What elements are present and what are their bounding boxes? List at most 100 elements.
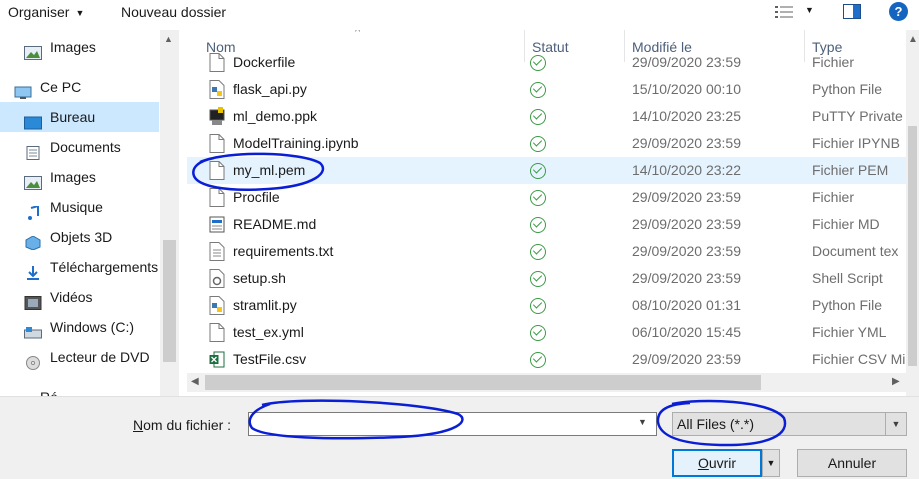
file-modified-date: 29/09/2020 23:59 [632,243,741,259]
file-row[interactable]: stramlit.py 08/10/2020 01:31 Python File [187,292,907,319]
filename-input[interactable] [248,412,657,436]
nav-item[interactable]: Objets 3D [0,222,159,252]
dvd-icon [24,350,42,370]
file-type: Fichier IPYNB [812,135,900,151]
nav-item[interactable]: Windows (C:) [0,312,159,342]
images-icon [24,170,42,190]
nav-item[interactable]: Ré [0,382,159,396]
cancel-button[interactable]: Annuler [797,449,907,477]
organiser-label: Organiser [8,4,70,20]
open-button[interactable]: Ouvrir [672,449,762,477]
file-modified-date: 29/09/2020 23:59 [632,135,741,151]
nav-item[interactable]: Musique [0,192,159,222]
file-type: Document tex [812,243,899,259]
file-type: Fichier [812,189,855,205]
file-row[interactable]: flask_api.py 15/10/2020 00:10 Python File [187,76,907,103]
file-icon [209,323,225,342]
file-row[interactable]: my_ml.pem 14/10/2020 23:22 Fichier PEM [187,157,907,184]
file-row[interactable]: setup.sh 29/09/2020 23:59 Shell Script [187,265,907,292]
file-modified-date: 29/09/2020 23:59 [632,189,741,205]
nav-item[interactable]: Ce PC [0,72,159,102]
sort-ascending-icon: ^ [355,30,361,38]
nav-item-label: Ré [40,382,58,396]
preview-pane-icon[interactable] [843,4,861,19]
view-options-icon[interactable] [775,5,793,19]
chevron-down-icon[interactable]: ▼ [885,413,906,435]
file-modified-date: 29/09/2020 23:59 [632,270,741,286]
file-type-filter-select[interactable]: All Files (*.*) [672,412,907,436]
file-name: setup.sh [233,270,286,286]
file-name: requirements.txt [233,243,334,259]
horizontal-scrollbar-thumb[interactable] [205,375,761,390]
python-icon [209,80,225,99]
file-icon [209,161,225,180]
nav-item[interactable]: Téléchargements [0,252,159,282]
file-name: test_ex.yml [233,324,304,340]
file-icon [209,188,225,207]
nav-item[interactable]: Lecteur de DVD [0,342,159,372]
nav-item[interactable]: Bureau [0,102,159,132]
file-icon [209,134,225,153]
file-modified-date: 29/09/2020 23:59 [632,216,741,232]
file-type-filter-value: All Files (*.*) [677,416,755,432]
nav-item-label: Windows (C:) [50,319,135,335]
nav-item[interactable]: Vidéos [0,282,159,312]
file-type: Fichier PEM [812,162,889,178]
putty-icon [209,107,225,126]
file-row[interactable]: ml_demo.ppk 14/10/2020 23:25 PuTTY Private [187,103,907,130]
file-name: README.md [233,216,317,232]
file-row[interactable]: TestFile.csv 29/09/2020 23:59 Fichier CSV … [187,346,907,373]
file-type: Fichier YML [812,324,887,340]
navigation-pane: Images Ce PC Bureau Documents Images Musique O… [0,30,180,396]
sync-status-icon [530,244,546,260]
scroll-up-icon[interactable]: ▲ [908,34,918,45]
new-folder-button[interactable]: Nouveau dossier [121,3,226,21]
file-row[interactable]: requirements.txt 29/09/2020 23:59 Document… [187,238,907,265]
view-dropdown-icon[interactable]: ▼ [805,5,814,15]
nav-item-label: Ce PC [40,79,82,95]
file-type: Fichier CSV Mi [812,351,906,367]
nav-item-label: Lecteur de DVD [50,349,150,365]
text-file-icon [209,242,225,261]
file-row[interactable]: Procfile 29/09/2020 23:59 Fichier [187,184,907,211]
scroll-up-icon[interactable]: ▲ [164,34,173,44]
file-modified-date: 29/09/2020 23:59 [632,351,741,367]
file-row[interactable]: README.md 29/09/2020 23:59 Fichier MD [187,211,907,238]
nav-scrollbar-thumb[interactable] [163,240,176,362]
nav-item[interactable]: Documents [0,132,159,162]
file-type: Fichier [812,54,855,70]
desktop-icon [24,110,42,130]
filename-label: Nom du fichier : [133,417,232,433]
file-type: Fichier MD [812,216,880,232]
scroll-right-icon[interactable]: ▶ [892,376,900,387]
nav-item[interactable]: Images [0,32,159,62]
file-modified-date: 15/10/2020 00:10 [632,81,741,97]
python-icon [209,296,225,315]
file-row[interactable]: test_ex.yml 06/10/2020 15:45 Fichier YML [187,319,907,346]
nav-item[interactable]: Images [0,162,159,192]
file-row[interactable]: ModelTraining.ipynb 29/09/2020 23:59 Fichi… [187,130,907,157]
file-name: ml_demo.ppk [233,108,318,124]
vertical-scrollbar-thumb[interactable] [908,126,917,366]
drive-icon [24,320,42,339]
file-modified-date: 08/10/2020 01:31 [632,297,741,313]
file-modified-date: 29/09/2020 23:59 [632,54,741,70]
file-type: Python File [812,81,883,97]
sync-status-icon [530,217,546,233]
nav-item-label: Téléchargements [50,259,159,275]
nav-item-label: Musique [50,199,103,215]
3d-objects-icon [24,230,42,251]
scroll-left-icon[interactable]: ◀ [191,376,199,387]
chevron-down-icon[interactable]: ▼ [638,417,647,427]
file-row[interactable]: Dockerfile 29/09/2020 23:59 Fichier [187,49,907,76]
help-icon[interactable]: ? [889,2,908,21]
file-name: ModelTraining.ipynb [233,135,359,151]
nav-item-label: Vidéos [50,289,93,305]
sync-status-icon [530,82,546,98]
organiser-button[interactable]: Organiser ▼ [8,3,84,21]
file-name: TestFile.csv [233,351,307,367]
open-options-dropdown[interactable]: ▼ [762,449,780,477]
file-type: Python File [812,297,883,313]
sync-status-icon [530,190,546,206]
file-type: PuTTY Private [812,108,903,124]
